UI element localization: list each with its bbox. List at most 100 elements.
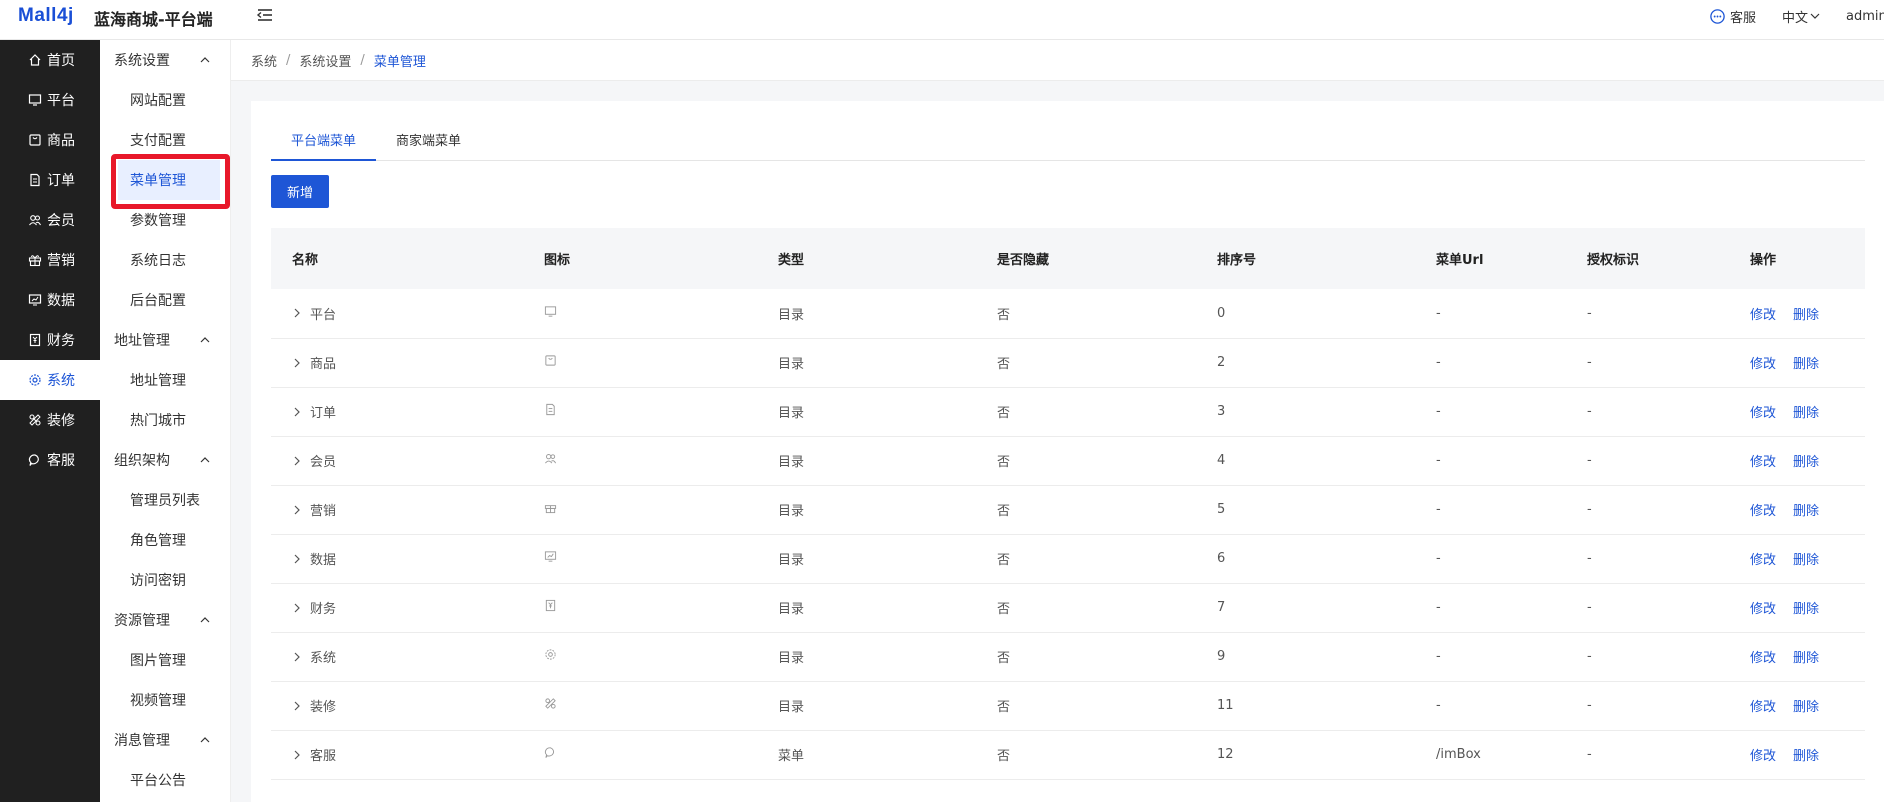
sidebar-item-marketing[interactable]: 营销 xyxy=(0,240,100,280)
cell-name: 装修 xyxy=(271,681,523,731)
submenu-item-menu-management[interactable]: 菜单管理 xyxy=(118,160,220,200)
edit-link[interactable]: 修改 xyxy=(1750,700,1776,715)
submenu-item-platform-announcement[interactable]: 平台公告 xyxy=(100,760,230,800)
document-icon xyxy=(30,173,40,187)
delete-link[interactable]: 删除 xyxy=(1793,700,1819,715)
submenu-item-address-management[interactable]: 地址管理 xyxy=(100,360,230,400)
sidebar-item-order[interactable]: 订单 xyxy=(0,160,100,200)
chevron-right-icon[interactable] xyxy=(292,652,302,662)
table-row: 数据 目录 否 6 - - 修改 删除 xyxy=(271,534,1865,584)
submenu-group-address[interactable]: 地址管理 xyxy=(100,320,230,360)
delete-link[interactable]: 删除 xyxy=(1793,504,1819,519)
table-row: 平台 目录 否 0 - - 修改 删除 xyxy=(271,289,1865,339)
chevron-right-icon[interactable] xyxy=(292,603,302,613)
submenu-group-label: 系统设置 xyxy=(114,53,170,69)
delete-link[interactable]: 删除 xyxy=(1793,357,1819,372)
chevron-right-icon[interactable] xyxy=(292,407,302,417)
submenu-item-hot-cities[interactable]: 热门城市 xyxy=(100,400,230,440)
chevron-right-icon[interactable] xyxy=(292,358,302,368)
edit-link[interactable]: 修改 xyxy=(1750,504,1776,519)
sidebar-item-home[interactable]: 首页 xyxy=(0,40,100,80)
sub-menu: 系统设置 网站配置 支付配置 菜单管理 参数管理 系统日志 后台配置 地址管理 … xyxy=(100,40,231,802)
cell-icon xyxy=(523,289,757,339)
delete-link[interactable]: 删除 xyxy=(1793,308,1819,323)
delete-link[interactable]: 删除 xyxy=(1793,455,1819,470)
edit-link[interactable]: 修改 xyxy=(1750,651,1776,666)
submenu-item-payment-config[interactable]: 支付配置 xyxy=(100,120,230,160)
delete-link[interactable]: 删除 xyxy=(1793,406,1819,421)
cell-url: - xyxy=(1415,485,1566,535)
home-icon xyxy=(29,54,41,66)
sidebar-item-data[interactable]: 数据 xyxy=(0,280,100,320)
language-select[interactable]: 中文 xyxy=(1782,7,1820,26)
submenu-group-organization[interactable]: 组织架构 xyxy=(100,440,230,480)
row-name: 订单 xyxy=(310,406,337,421)
cell-type: 目录 xyxy=(757,632,976,682)
edit-link[interactable]: 修改 xyxy=(1750,406,1776,421)
cell-permission: - xyxy=(1566,436,1729,486)
chevron-right-icon[interactable] xyxy=(292,456,302,466)
sidebar-item-finance[interactable]: 财务 xyxy=(0,320,100,360)
cell-order: 3 xyxy=(1196,387,1415,437)
submenu-group-system-settings[interactable]: 系统设置 xyxy=(100,40,230,80)
submenu-item-site-config[interactable]: 网站配置 xyxy=(100,80,230,120)
cell-url: - xyxy=(1415,583,1566,633)
cell-url: - xyxy=(1415,681,1566,731)
table-row: 系统 目录 否 9 - - 修改 删除 xyxy=(271,632,1865,682)
submenu-item-access-keys[interactable]: 访问密钥 xyxy=(100,560,230,600)
cell-name: 平台 xyxy=(271,289,523,339)
delete-link[interactable]: 删除 xyxy=(1793,749,1819,764)
submenu-item-image-management[interactable]: 图片管理 xyxy=(100,640,230,680)
sidebar-item-system[interactable]: 系统 xyxy=(0,360,100,400)
user-menu[interactable]: admin xyxy=(1846,9,1884,24)
logo: Mall4j xyxy=(18,5,74,26)
chevron-right-icon[interactable] xyxy=(292,505,302,515)
sidebar-item-service[interactable]: 客服 xyxy=(0,440,100,480)
submenu-item-system-log[interactable]: 系统日志 xyxy=(100,240,230,280)
edit-link[interactable]: 修改 xyxy=(1750,357,1776,372)
cell-hidden: 否 xyxy=(976,583,1196,633)
cell-icon xyxy=(523,387,757,437)
table-row: 会员 目录 否 4 - - 修改 删除 xyxy=(271,436,1865,486)
sidebar-item-platform[interactable]: 平台 xyxy=(0,80,100,120)
submenu-item-video-management[interactable]: 视频管理 xyxy=(100,680,230,720)
edit-link[interactable]: 修改 xyxy=(1750,602,1776,617)
sidebar-item-member[interactable]: 会员 xyxy=(0,200,100,240)
delete-link[interactable]: 删除 xyxy=(1793,651,1819,666)
customer-service-button[interactable]: 客服 xyxy=(1709,7,1756,26)
chevron-right-icon[interactable] xyxy=(292,308,302,318)
menu-collapse-icon[interactable] xyxy=(256,6,274,24)
chevron-up-icon xyxy=(200,57,210,63)
sidebar-item-label: 营销 xyxy=(47,253,75,269)
tab-merchant-menu[interactable]: 商家端菜单 xyxy=(376,124,481,161)
cell-order: 11 xyxy=(1196,681,1415,731)
chevron-up-icon xyxy=(200,457,210,463)
edit-link[interactable]: 修改 xyxy=(1750,455,1776,470)
decorate-icon xyxy=(29,414,41,426)
delete-link[interactable]: 删除 xyxy=(1793,602,1819,617)
add-button[interactable]: 新增 xyxy=(271,175,329,208)
chevron-right-icon[interactable] xyxy=(292,701,302,711)
tab-platform-menu[interactable]: 平台端菜单 xyxy=(271,124,377,161)
edit-link[interactable]: 修改 xyxy=(1750,749,1776,764)
edit-link[interactable]: 修改 xyxy=(1750,308,1776,323)
submenu-item-role-management[interactable]: 角色管理 xyxy=(100,520,230,560)
sidebar-item-product[interactable]: 商品 xyxy=(0,120,100,160)
cell-name: 数据 xyxy=(271,534,523,584)
submenu-item-backend-config[interactable]: 后台配置 xyxy=(100,280,230,320)
cell-type: 目录 xyxy=(757,289,976,339)
chevron-right-icon[interactable] xyxy=(292,554,302,564)
breadcrumb-item[interactable]: 系统 xyxy=(251,51,277,70)
submenu-item-parameter-management[interactable]: 参数管理 xyxy=(100,200,230,240)
cell-type: 目录 xyxy=(757,338,976,388)
submenu-item-admin-list[interactable]: 管理员列表 xyxy=(100,480,230,520)
submenu-group-resources[interactable]: 资源管理 xyxy=(100,600,230,640)
cell-actions: 修改 删除 xyxy=(1729,583,1865,633)
delete-link[interactable]: 删除 xyxy=(1793,553,1819,568)
sidebar-item-decorate[interactable]: 装修 xyxy=(0,400,100,440)
users-icon xyxy=(29,215,41,226)
submenu-group-messages[interactable]: 消息管理 xyxy=(100,720,230,760)
breadcrumb-item[interactable]: 系统设置 xyxy=(299,51,351,70)
chevron-right-icon[interactable] xyxy=(292,750,302,760)
edit-link[interactable]: 修改 xyxy=(1750,553,1776,568)
